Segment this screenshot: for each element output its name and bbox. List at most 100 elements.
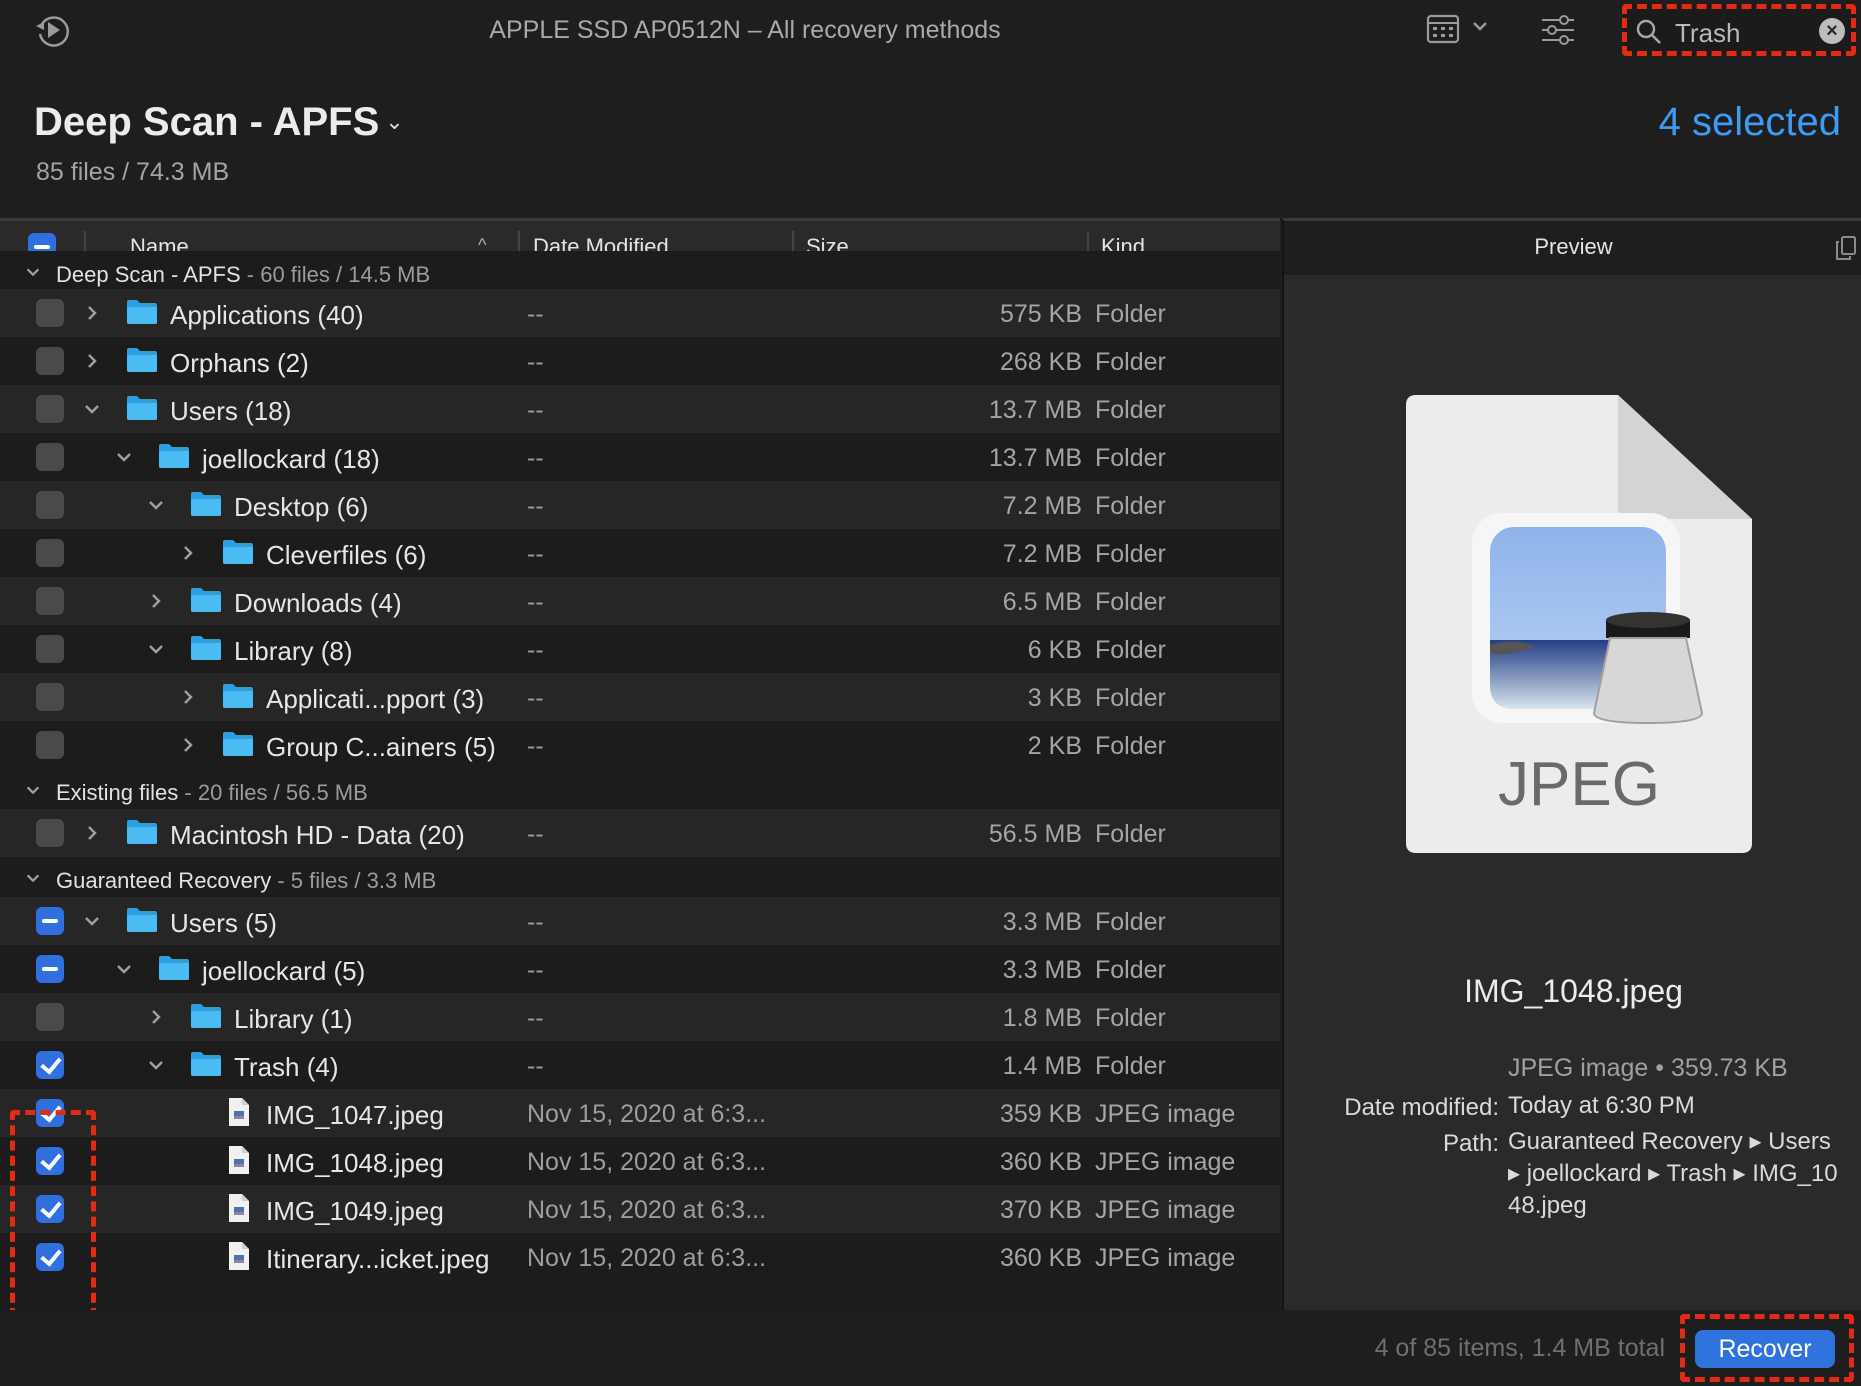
folder-row[interactable]: Group C...ainers (5) -- 2 KB Folder bbox=[0, 721, 1280, 769]
recover-button[interactable]: Recover bbox=[1695, 1330, 1835, 1368]
row-name: joellockard (5) bbox=[202, 956, 366, 986]
row-checkbox[interactable] bbox=[36, 491, 64, 519]
row-checkbox[interactable] bbox=[36, 819, 64, 847]
row-size: 3 KB bbox=[1027, 684, 1082, 712]
path-value: Guaranteed Recovery ▸ Users ▸ joellockar… bbox=[1508, 1128, 1838, 1219]
row-checkbox[interactable] bbox=[36, 731, 64, 759]
date-modified-label: Date modified: bbox=[1344, 1094, 1499, 1121]
group-meta: - 20 files / 56.5 MB bbox=[178, 780, 368, 805]
row-checkbox[interactable] bbox=[36, 1147, 64, 1175]
chevron-down-icon[interactable] bbox=[114, 959, 134, 979]
scan-summary: 85 files / 74.3 MB bbox=[36, 158, 230, 186]
row-kind: JPEG image bbox=[1095, 1148, 1236, 1176]
chevron-right-icon[interactable] bbox=[146, 1007, 166, 1027]
file-row[interactable]: IMG_1047.jpeg Nov 15, 2020 at 6:3... 359 K… bbox=[0, 1089, 1280, 1137]
folder-row[interactable]: Macintosh HD - Data (20) -- 56.5 MB Folder bbox=[0, 809, 1280, 857]
folder-row[interactable]: Applications (40) -- 575 KB Folder bbox=[0, 289, 1280, 337]
row-size: 1.8 MB bbox=[1002, 1004, 1082, 1032]
copy-icon[interactable] bbox=[1833, 235, 1857, 261]
folder-icon bbox=[191, 588, 221, 612]
row-name: Trash (4) bbox=[234, 1052, 339, 1082]
folder-row[interactable]: Trash (4) -- 1.4 MB Folder bbox=[0, 1041, 1280, 1089]
row-size: 370 KB bbox=[999, 1196, 1082, 1224]
row-checkbox[interactable] bbox=[36, 955, 64, 983]
row-checkbox[interactable] bbox=[36, 635, 64, 663]
chevron-down-icon[interactable] bbox=[24, 781, 42, 799]
row-size: 7.2 MB bbox=[1002, 540, 1082, 568]
row-checkbox[interactable] bbox=[36, 347, 64, 375]
row-checkbox[interactable] bbox=[36, 683, 64, 711]
folder-row[interactable]: Downloads (4) -- 6.5 MB Folder bbox=[0, 577, 1280, 625]
row-checkbox[interactable] bbox=[36, 443, 64, 471]
search-input[interactable] bbox=[1675, 18, 1815, 49]
selected-count: 4 selected bbox=[1658, 100, 1841, 144]
clear-search-icon[interactable]: × bbox=[1819, 18, 1845, 44]
folder-row[interactable]: Desktop (6) -- 7.2 MB Folder bbox=[0, 481, 1280, 529]
row-checkbox[interactable] bbox=[36, 299, 64, 327]
preview-header: Preview bbox=[1284, 221, 1861, 275]
row-checkbox[interactable] bbox=[36, 1195, 64, 1223]
row-checkbox[interactable] bbox=[36, 539, 64, 567]
folder-row[interactable]: Applicati...pport (3) -- 3 KB Folder bbox=[0, 673, 1280, 721]
row-checkbox[interactable] bbox=[36, 587, 64, 615]
row-checkbox[interactable] bbox=[36, 1003, 64, 1031]
row-size: 2 KB bbox=[1027, 732, 1082, 760]
row-checkbox[interactable] bbox=[36, 1099, 64, 1127]
row-name: Macintosh HD - Data (20) bbox=[170, 820, 465, 850]
chevron-right-icon[interactable] bbox=[178, 735, 198, 755]
row-size: 13.7 MB bbox=[988, 396, 1082, 424]
folder-row[interactable]: Cleverfiles (6) -- 7.2 MB Folder bbox=[0, 529, 1280, 577]
row-date: -- bbox=[527, 1052, 544, 1080]
folder-icon bbox=[127, 348, 157, 372]
row-checkbox[interactable] bbox=[36, 1243, 64, 1271]
folder-row[interactable]: joellockard (18) -- 13.7 MB Folder bbox=[0, 433, 1280, 481]
row-name: Applications (40) bbox=[170, 300, 364, 330]
search-field[interactable]: × bbox=[1622, 4, 1856, 56]
chevron-right-icon[interactable] bbox=[82, 823, 102, 843]
chevron-right-icon[interactable] bbox=[82, 303, 102, 323]
footer: 4 of 85 items, 1.4 MB total Recover bbox=[0, 1310, 1861, 1386]
chevron-down-icon[interactable] bbox=[24, 869, 42, 887]
folder-row[interactable]: Orphans (2) -- 268 KB Folder bbox=[0, 337, 1280, 385]
folder-row[interactable]: joellockard (5) -- 3.3 MB Folder bbox=[0, 945, 1280, 993]
chevron-down-icon[interactable] bbox=[146, 1055, 166, 1075]
chevron-down-icon[interactable] bbox=[1470, 16, 1490, 36]
jpeg-file-icon bbox=[229, 1146, 249, 1174]
chevron-down-icon[interactable] bbox=[24, 263, 42, 281]
row-checkbox[interactable] bbox=[36, 395, 64, 423]
chevron-down-icon[interactable]: ⌄ bbox=[385, 109, 403, 134]
folder-row[interactable]: Library (8) -- 6 KB Folder bbox=[0, 625, 1280, 673]
preview-file-name: IMG_1048.jpeg bbox=[1464, 973, 1683, 1009]
row-checkbox[interactable] bbox=[36, 1051, 64, 1079]
file-row[interactable]: Itinerary...icket.jpeg Nov 15, 2020 at 6:… bbox=[0, 1233, 1280, 1281]
folder-row[interactable]: Users (18) -- 13.7 MB Folder bbox=[0, 385, 1280, 433]
folder-row[interactable]: Library (1) -- 1.8 MB Folder bbox=[0, 993, 1280, 1041]
folder-icon bbox=[191, 1052, 221, 1076]
file-list: Name ^ Date Modified Size Kind Deep Scan… bbox=[0, 218, 1280, 1310]
group-title: Guaranteed Recovery bbox=[56, 868, 272, 893]
row-checkbox[interactable] bbox=[36, 907, 64, 935]
filter-sliders-icon[interactable] bbox=[1540, 13, 1576, 47]
folder-row[interactable]: Users (5) -- 3.3 MB Folder bbox=[0, 897, 1280, 945]
row-kind: Folder bbox=[1095, 956, 1166, 984]
file-row[interactable]: IMG_1049.jpeg Nov 15, 2020 at 6:3... 370 K… bbox=[0, 1185, 1280, 1233]
row-date: -- bbox=[527, 588, 544, 616]
chevron-down-icon[interactable] bbox=[146, 495, 166, 515]
row-kind: Folder bbox=[1095, 588, 1166, 616]
grid-view-icon[interactable] bbox=[1426, 14, 1460, 44]
file-row[interactable]: IMG_1048.jpeg Nov 15, 2020 at 6:3... 360 K… bbox=[0, 1137, 1280, 1185]
chevron-right-icon[interactable] bbox=[82, 351, 102, 371]
row-size: 268 KB bbox=[999, 348, 1082, 376]
chevron-down-icon[interactable] bbox=[82, 911, 102, 931]
chevron-down-icon[interactable] bbox=[146, 639, 166, 659]
chevron-right-icon[interactable] bbox=[178, 543, 198, 563]
path-label: Path: bbox=[1442, 1130, 1499, 1157]
scan-title[interactable]: Deep Scan - APFS ⌄ bbox=[34, 100, 404, 145]
row-size: 360 KB bbox=[999, 1148, 1082, 1176]
row-kind: JPEG image bbox=[1095, 1244, 1236, 1272]
chevron-right-icon[interactable] bbox=[178, 687, 198, 707]
chevron-right-icon[interactable] bbox=[146, 591, 166, 611]
chevron-down-icon[interactable] bbox=[114, 447, 134, 467]
chevron-down-icon[interactable] bbox=[82, 399, 102, 419]
group-title: Deep Scan - APFS bbox=[56, 262, 241, 287]
